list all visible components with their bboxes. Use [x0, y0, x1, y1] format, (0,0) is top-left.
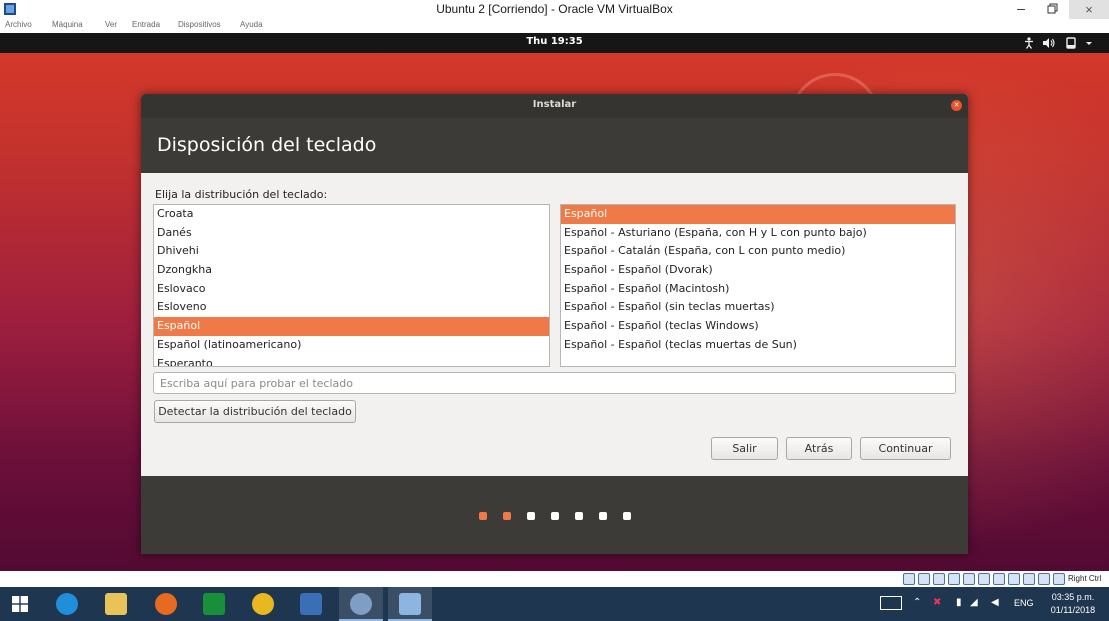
progress-dot — [527, 512, 535, 520]
list-item[interactable]: Eslovaco — [154, 280, 549, 299]
windows-start-icon[interactable] — [12, 596, 28, 612]
menu-maquina[interactable]: Máquina — [52, 20, 83, 29]
firefox-icon[interactable] — [155, 593, 177, 615]
layout-prompt: Elija la distribución del teclado: — [155, 188, 328, 201]
installer-dialog: Instalar ✕ Disposición del teclado Elija… — [141, 94, 968, 554]
list-item[interactable]: Dhivehi — [154, 242, 549, 261]
taskbar-clock[interactable]: 03:35 p.m. 01/11/2018 — [1043, 591, 1103, 617]
list-item[interactable]: Esperanto — [154, 355, 549, 367]
installer-titlebar: Instalar ✕ — [141, 94, 968, 118]
list-item[interactable]: Esloveno — [154, 298, 549, 317]
network-warning-icon[interactable]: ✖ — [933, 597, 941, 608]
close-button[interactable]: × — [1069, 0, 1109, 19]
host-key-label: Right Ctrl — [1068, 574, 1102, 583]
file-explorer-icon[interactable] — [105, 593, 127, 615]
list-item[interactable]: Español — [561, 205, 955, 224]
back-button[interactable]: Atrás — [786, 437, 852, 460]
windows-taskbar: ⌃ ✖ ▮ ◢ ◀ ENG 03:35 p.m. 01/11/2018 — [0, 587, 1109, 621]
guest-desktop: Thu 19:35 Instalar ✕ Disposición del tec… — [0, 33, 1109, 571]
guest-clock[interactable]: Thu 19:35 — [0, 36, 1109, 47]
edge-icon[interactable] — [56, 593, 78, 615]
host-statusbar: Right Ctrl — [0, 571, 1109, 587]
list-item[interactable]: Español - Español (Dvorak) — [561, 261, 955, 280]
page-title: Disposición del teclado — [157, 134, 377, 156]
chrome-icon[interactable] — [252, 593, 274, 615]
minimize-button[interactable]: – — [1005, 0, 1037, 19]
keyboard-test-input[interactable] — [153, 372, 956, 394]
usb-icon[interactable] — [963, 573, 975, 585]
close-icon: ✕ — [953, 101, 960, 109]
gnome-top-bar: Thu 19:35 — [0, 33, 1109, 53]
menu-ayuda[interactable]: Ayuda — [240, 20, 263, 29]
menu-entrada[interactable]: Entrada — [132, 20, 160, 29]
list-item[interactable]: Croata — [154, 205, 549, 224]
progress-dot — [479, 512, 487, 520]
list-item[interactable]: Español - Asturiano (España, con H y L c… — [561, 224, 955, 243]
chevron-down-icon[interactable] — [1084, 36, 1094, 50]
hard-disk-icon[interactable] — [903, 573, 915, 585]
list-item[interactable]: Español — [154, 317, 549, 336]
audio-icon[interactable] — [933, 573, 945, 585]
installer-close-button[interactable]: ✕ — [951, 100, 962, 111]
virtualbox-taskbar-icon[interactable] — [300, 593, 322, 615]
volume-icon[interactable] — [1042, 36, 1056, 50]
host-menubar: Archivo Máquina Ver Entrada Dispositivos… — [0, 19, 1109, 33]
list-item[interactable]: Español - Español (teclas muertas de Sun… — [561, 336, 955, 355]
quit-button[interactable]: Salir — [711, 437, 778, 460]
optical-drive-icon[interactable] — [918, 573, 930, 585]
accessibility-icon[interactable] — [1022, 36, 1036, 50]
progress-dot — [599, 512, 607, 520]
network-icon[interactable] — [948, 573, 960, 585]
battery-icon[interactable]: ▮ — [956, 597, 962, 608]
speaker-icon[interactable]: ◀ — [991, 597, 999, 608]
vm-window-icon[interactable] — [399, 593, 421, 615]
host-key-icon[interactable] — [1053, 573, 1065, 585]
store-icon[interactable] — [203, 593, 225, 615]
progress-dot — [575, 512, 583, 520]
list-item[interactable]: Español - Español (Macintosh) — [561, 280, 955, 299]
progress-dot — [503, 512, 511, 520]
keyboard-layout-list[interactable]: Croata Danés Dhivehi Dzongkha Eslovaco E… — [153, 204, 550, 367]
installer-window-title: Instalar — [532, 99, 577, 110]
cpu-icon[interactable] — [1023, 573, 1035, 585]
wifi-icon[interactable]: ◢ — [970, 597, 978, 608]
detect-layout-button[interactable]: Detectar la distribución del teclado — [154, 400, 356, 423]
menu-dispositivos[interactable]: Dispositivos — [178, 20, 221, 29]
menu-archivo[interactable]: Archivo — [5, 20, 32, 29]
shared-folders-icon[interactable] — [978, 573, 990, 585]
chevron-up-icon[interactable]: ⌃ — [913, 597, 921, 608]
input-language[interactable]: ENG — [1014, 598, 1034, 608]
display-icon[interactable] — [993, 573, 1005, 585]
power-icon[interactable] — [1064, 36, 1078, 50]
progress-dot — [623, 512, 631, 520]
menu-ver[interactable]: Ver — [105, 20, 117, 29]
list-item[interactable]: Español (latinoamericano) — [154, 336, 549, 355]
touch-keyboard-icon[interactable] — [880, 596, 902, 610]
taskbar-time: 03:35 p.m. — [1051, 592, 1095, 602]
host-window-titlebar: Ubuntu 2 [Corriendo] - Oracle VM Virtual… — [0, 0, 1109, 19]
host-window-title: Ubuntu 2 [Corriendo] - Oracle VM Virtual… — [436, 2, 673, 16]
list-item[interactable]: Español - Español (teclas Windows) — [561, 317, 955, 336]
maximize-button[interactable] — [1037, 0, 1069, 19]
video-capture-icon[interactable] — [1008, 573, 1020, 585]
installer-footer — [141, 476, 968, 554]
list-item[interactable]: Español - Español (sin teclas muertas) — [561, 298, 955, 317]
list-item[interactable]: Danés — [154, 224, 549, 243]
restore-icon — [1047, 3, 1058, 14]
list-item[interactable]: Español - Catalán (España, con L con pun… — [561, 242, 955, 261]
installer-header: Disposición del teclado — [141, 118, 968, 173]
list-item[interactable]: Dzongkha — [154, 261, 549, 280]
progress-dot — [551, 512, 559, 520]
mouse-integration-icon[interactable] — [1038, 573, 1050, 585]
taskbar-date: 01/11/2018 — [1050, 605, 1096, 615]
keyboard-variant-list[interactable]: Español Español - Asturiano (España, con… — [560, 204, 956, 367]
continue-button[interactable]: Continuar — [860, 437, 951, 460]
paint-icon[interactable] — [350, 593, 372, 615]
